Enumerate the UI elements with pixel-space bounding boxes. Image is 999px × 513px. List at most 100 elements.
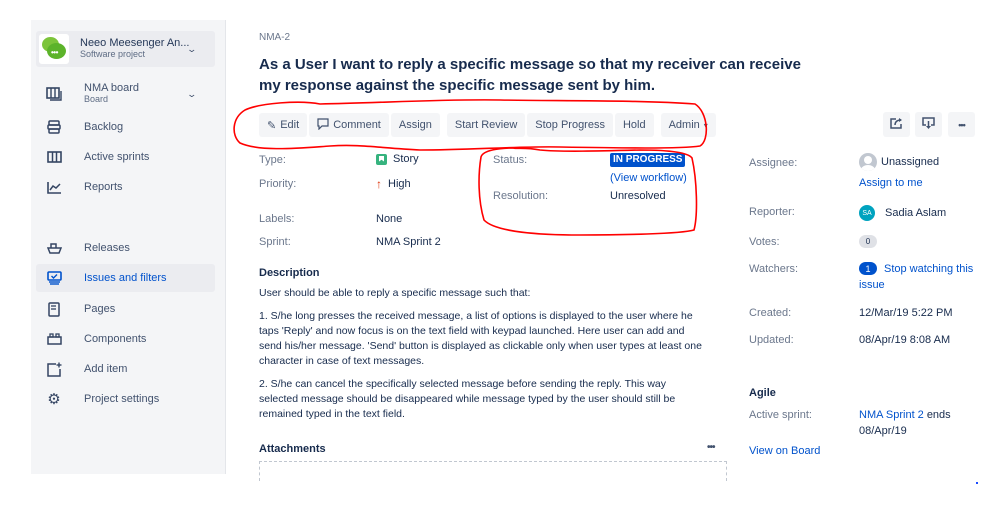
sprint-value[interactable]: NMA Sprint 2	[376, 236, 441, 248]
sidebar-item-label: Backlog	[84, 120, 124, 133]
type-label: Type:	[259, 154, 286, 166]
board-icon	[46, 86, 62, 102]
sidebar-item-label: Reports	[84, 180, 123, 193]
export-icon	[922, 116, 935, 133]
releases-icon	[46, 240, 62, 256]
gear-icon: ⚙	[47, 391, 61, 408]
sidebar-item-label: Active sprints	[84, 150, 150, 163]
hold-button[interactable]: Hold	[614, 113, 654, 137]
description-line: taps 'Reply' and now focus is on the tex…	[259, 325, 685, 337]
sidebar-item-project-settings[interactable]: ⚙ Project settings	[36, 385, 215, 413]
sidebar-item-issues-and-filters[interactable]: Issues and filters	[36, 264, 215, 292]
description-line: 1. S/he long presses the received messag…	[259, 310, 693, 322]
pages-icon	[46, 301, 62, 317]
project-name: Neeo Meesenger An...	[80, 37, 190, 49]
chevron-down-icon[interactable]: ⌄	[187, 89, 198, 100]
sidebar-item-label: Issues and filters	[84, 271, 167, 284]
more-icon: •••	[958, 119, 966, 130]
comment-icon	[317, 117, 329, 133]
project-switcher[interactable]: ••• Neeo Meesenger An... Software projec…	[36, 31, 215, 67]
assign-button[interactable]: Assign	[390, 113, 440, 137]
sidebar-item-add-item[interactable]: Add item	[36, 355, 215, 383]
active-sprint-ends: ends	[926, 409, 951, 421]
created-label: Created:	[749, 307, 792, 319]
sidebar-item-active-sprints[interactable]: Active sprints	[36, 143, 215, 171]
sidebar-item-board[interactable]: NMA board Board ⌄	[36, 80, 215, 108]
sidebar-item-components[interactable]: Components	[36, 325, 215, 353]
reports-icon	[46, 179, 62, 195]
admin-dropdown[interactable]: Admin ▾	[660, 113, 716, 137]
labels-label: Labels:	[259, 213, 295, 225]
resolution-label: Resolution:	[493, 190, 549, 202]
reporter-avatar: SA	[859, 205, 875, 221]
attachments-more-icon[interactable]: •••	[707, 442, 715, 453]
sidebar-item-label: Components	[84, 332, 147, 345]
resolution-value: Unresolved	[610, 190, 666, 202]
sidebar-item-label: Add item	[84, 362, 128, 375]
export-button[interactable]	[915, 112, 942, 137]
description-line: remained typed in the text field.	[259, 408, 405, 420]
project-type: Software project	[80, 49, 146, 59]
edit-button-label: Edit	[280, 119, 300, 131]
unassigned-avatar-icon	[859, 153, 877, 171]
attachments-heading: Attachments	[259, 443, 326, 455]
edit-button[interactable]: ✎ Edit	[259, 113, 308, 137]
watchers-label: Watchers:	[749, 263, 799, 275]
sidebar-item-pages[interactable]: Pages	[36, 295, 215, 323]
active-sprint-link[interactable]: NMA Sprint 2	[859, 409, 924, 421]
view-on-board-link[interactable]: View on Board	[749, 445, 820, 457]
type-text: Story	[393, 153, 419, 165]
description-intro: User should be able to reply a specific …	[259, 287, 531, 299]
project-sidebar: ••• Neeo Meesenger An... Software projec…	[31, 20, 226, 474]
board-name: NMA board	[84, 82, 140, 94]
stop-watching-link[interactable]: Stop watching this	[884, 263, 973, 275]
updated-value: 08/Apr/19 8:08 AM	[859, 334, 951, 346]
description-line: 2. S/he can cancel the specifically sele…	[259, 378, 667, 390]
stop-progress-button[interactable]: Stop Progress	[527, 113, 613, 137]
reporter-name: Sadia Aslam	[885, 207, 947, 219]
comment-button-label: Comment	[333, 119, 381, 131]
labels-value[interactable]: None	[376, 213, 402, 225]
created-value: 12/Mar/19 5:22 PM	[859, 307, 953, 319]
board-type: Board	[84, 94, 109, 104]
reporter-label: Reporter:	[749, 206, 795, 218]
sidebar-item-label: Pages	[84, 302, 116, 315]
share-button[interactable]	[883, 112, 910, 137]
description-line: character in case of text messages.	[259, 355, 425, 367]
more-actions-button[interactable]: •••	[948, 112, 975, 137]
chevron-down-icon: ▾	[703, 120, 708, 130]
status-label: Status:	[493, 154, 528, 166]
agile-heading: Agile	[749, 387, 776, 399]
add-item-icon	[46, 361, 62, 377]
chevron-down-icon[interactable]: ⌄	[187, 44, 198, 55]
sprint-label: Sprint:	[259, 236, 291, 248]
comment-button[interactable]: Comment	[309, 113, 389, 137]
attachments-dropzone[interactable]	[259, 461, 727, 481]
sidebar-item-backlog[interactable]: Backlog	[36, 113, 215, 141]
reporter-value[interactable]: SA Sadia Aslam	[859, 205, 946, 221]
type-value: Story	[376, 153, 419, 165]
priority-high-icon: ↑	[376, 177, 382, 191]
project-logo-icon: •••	[39, 34, 69, 64]
view-workflow-link[interactable]: (View workflow)	[610, 172, 687, 184]
assignee-text: Unassigned	[881, 156, 940, 168]
sidebar-item-releases[interactable]: Releases	[36, 234, 215, 262]
stop-watching-link-cont[interactable]: issue	[859, 279, 885, 291]
votes-badge[interactable]: 0	[859, 235, 877, 248]
issue-key-breadcrumb[interactable]: NMA-2	[259, 32, 290, 43]
active-sprints-icon	[46, 149, 62, 165]
issue-title[interactable]: As a User I want to reply a specific mes…	[259, 54, 819, 96]
assign-to-me-link[interactable]: Assign to me	[859, 177, 923, 189]
description-line: send his/her message. 'Send' button is d…	[259, 340, 702, 352]
watchers-badge[interactable]: 1	[859, 262, 877, 275]
sidebar-item-reports[interactable]: Reports	[36, 173, 215, 201]
start-review-button[interactable]: Start Review	[446, 113, 526, 137]
votes-label: Votes:	[749, 236, 780, 248]
components-icon	[46, 331, 62, 347]
votes-control[interactable]: 0	[859, 235, 877, 248]
watchers-control: 1 Stop watching this	[859, 262, 973, 275]
issues-icon	[46, 270, 62, 286]
description-heading: Description	[259, 267, 320, 279]
stray-dot	[976, 482, 978, 484]
status-badge[interactable]: IN PROGRESS	[610, 153, 686, 167]
